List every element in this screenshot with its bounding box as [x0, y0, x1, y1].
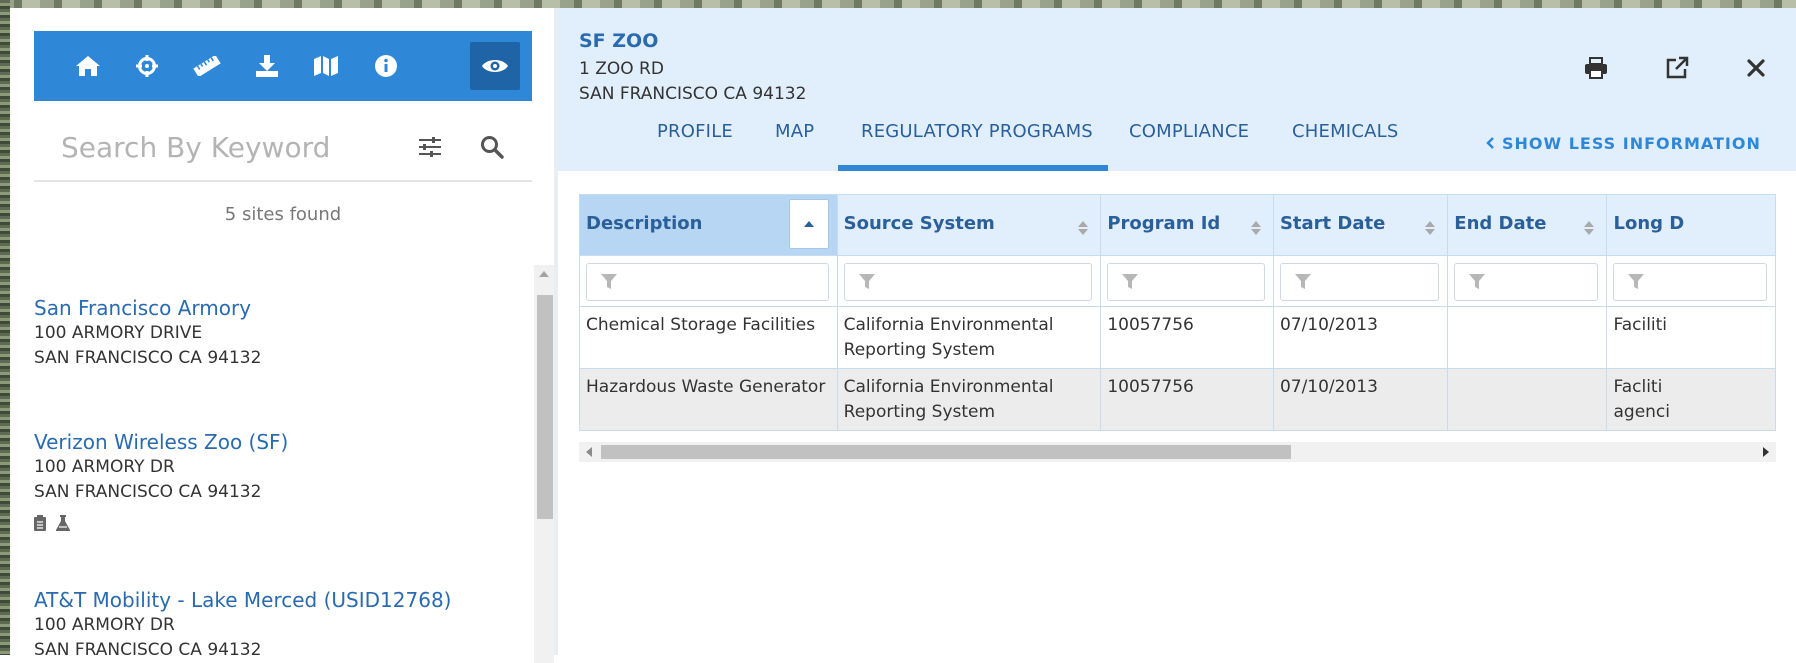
table-row[interactable]: Chemical Storage Facilities California E… — [579, 306, 1776, 369]
show-less-label: SHOW LESS INFORMATION — [1502, 134, 1761, 153]
table-cell: Hazardous Waste Generator — [586, 377, 826, 397]
scroll-up-icon[interactable] — [539, 271, 549, 277]
table-cell: California Environmental Reporting Syste… — [843, 315, 1054, 360]
column-header-description[interactable]: Description — [579, 194, 838, 256]
sort-icon[interactable] — [1078, 219, 1089, 240]
crosshair-icon[interactable] — [127, 31, 167, 101]
map-icon[interactable] — [306, 31, 346, 101]
tab-profile[interactable]: PROFILE — [657, 121, 733, 142]
scroll-right-icon[interactable] — [1763, 447, 1769, 457]
column-header-source-system[interactable]: Source System — [836, 194, 1102, 256]
external-link-icon[interactable] — [1659, 50, 1695, 86]
table-cell: 07/10/2013 — [1279, 377, 1378, 397]
column-header-end-date[interactable]: End Date — [1447, 194, 1608, 256]
list-scrollbar[interactable] — [534, 265, 554, 663]
scrollbar-thumb[interactable] — [601, 445, 1291, 459]
search-panel: Search By Keyword 5 sites found San Fran… — [10, 8, 558, 663]
background-map-edge — [0, 0, 10, 655]
site-address-line1: 1 ZOO RD — [579, 59, 664, 79]
chevron-left-icon — [1486, 134, 1494, 153]
site-address-line2: SAN FRANCISCO CA 94132 — [34, 640, 262, 660]
download-icon[interactable] — [247, 31, 287, 101]
sort-icon[interactable] — [1250, 219, 1261, 240]
column-filter-input[interactable] — [1613, 263, 1767, 301]
background-map-strip — [0, 0, 1796, 8]
site-title: SF ZOO — [579, 30, 659, 52]
tab-map[interactable]: MAP — [775, 121, 814, 142]
results-count: 5 sites found — [224, 204, 342, 225]
tab-chemicals[interactable]: CHEMICALS — [1292, 121, 1398, 142]
site-address-line1: 100 ARMORY DR — [34, 457, 175, 477]
filter-icon — [1122, 274, 1139, 294]
list-item[interactable]: Verizon Wireless Zoo (SF) 100 ARMORY DR … — [34, 429, 288, 535]
table-cell: 10057756 — [1107, 315, 1194, 335]
flask-icon — [56, 515, 70, 535]
filter-icon — [1469, 274, 1486, 294]
scrollbar-thumb[interactable] — [537, 295, 553, 519]
tab-compliance[interactable]: COMPLIANCE — [1129, 121, 1249, 142]
table-cell: Faciliti — [1613, 315, 1668, 335]
search-icon[interactable] — [480, 135, 504, 163]
site-detail-panel: SF ZOO 1 ZOO RD SAN FRANCISCO CA 94132 P… — [558, 8, 1796, 655]
tab-regulatory-programs[interactable]: REGULATORY PROGRAMS — [861, 121, 1093, 142]
column-filter-input[interactable] — [1454, 263, 1599, 301]
column-filter-input[interactable] — [1279, 263, 1440, 301]
column-filter-input[interactable] — [586, 263, 829, 301]
list-item[interactable]: San Francisco Armory 100 ARMORY DRIVE SA… — [34, 295, 261, 371]
site-address-line2: SAN FRANCISCO CA 94132 — [34, 482, 262, 502]
eye-icon[interactable] — [470, 42, 520, 90]
column-filter-input[interactable] — [843, 263, 1093, 301]
map-toolbar — [34, 31, 532, 101]
filter-cell — [1272, 255, 1449, 307]
filter-icon — [858, 274, 875, 294]
site-address-line2: SAN FRANCISCO CA 94132 — [34, 348, 262, 368]
filter-cell — [1606, 255, 1776, 307]
site-address-line2: SAN FRANCISCO CA 94132 — [579, 84, 807, 104]
filter-cell — [836, 255, 1102, 307]
filter-settings-icon[interactable] — [418, 136, 442, 162]
active-tab-indicator — [838, 165, 1108, 171]
table-cell — [1448, 307, 1606, 313]
column-header-program-id[interactable]: Program Id — [1100, 194, 1274, 256]
show-less-button[interactable]: SHOW LESS INFORMATION — [1486, 134, 1761, 153]
table-cell: Chemical Storage Facilities — [586, 315, 816, 335]
detail-header: SF ZOO 1 ZOO RD SAN FRANCISCO CA 94132 P… — [558, 8, 1796, 171]
table-horizontal-scrollbar[interactable] — [579, 442, 1776, 462]
site-address-line1: 100 ARMORY DRIVE — [34, 323, 203, 343]
column-header-long-description[interactable]: Long D — [1606, 194, 1776, 256]
filter-cell — [1100, 255, 1274, 307]
close-icon[interactable] — [1738, 50, 1774, 86]
sort-icon[interactable] — [1425, 219, 1436, 240]
site-name[interactable]: San Francisco Armory — [34, 295, 261, 321]
table-cell: Facliti agenci — [1613, 377, 1670, 422]
site-address-line1: 100 ARMORY DR — [34, 615, 175, 635]
column-filter-input[interactable] — [1107, 263, 1265, 301]
column-header-start-date[interactable]: Start Date — [1272, 194, 1449, 256]
table-cell: 10057756 — [1107, 377, 1194, 397]
site-name[interactable]: Verizon Wireless Zoo (SF) — [34, 429, 288, 455]
home-icon[interactable] — [68, 31, 108, 101]
scroll-left-icon[interactable] — [586, 447, 592, 457]
print-icon[interactable] — [1578, 50, 1614, 86]
table-row[interactable]: Hazardous Waste Generator California Env… — [579, 368, 1776, 431]
filter-icon — [1294, 274, 1311, 294]
info-icon[interactable] — [366, 31, 406, 101]
filter-icon — [601, 274, 617, 294]
search-bar: Search By Keyword — [34, 116, 532, 182]
filter-icon — [1628, 274, 1645, 294]
ruler-icon[interactable] — [187, 31, 227, 101]
sort-ascending-icon[interactable] — [788, 199, 829, 249]
search-input[interactable]: Search By Keyword — [61, 116, 330, 180]
site-list: San Francisco Armory 100 ARMORY DRIVE SA… — [10, 263, 538, 663]
filter-cell — [1447, 255, 1608, 307]
filter-cell — [579, 255, 838, 307]
regulatory-programs-table: Description Source System Program Id Sta… — [579, 194, 1776, 462]
table-cell: California Environmental Reporting Syste… — [843, 377, 1054, 422]
site-name[interactable]: AT&T Mobility - Lake Merced (USID12768) — [34, 587, 451, 613]
list-item[interactable]: AT&T Mobility - Lake Merced (USID12768) … — [34, 587, 451, 663]
table-cell: 07/10/2013 — [1279, 315, 1378, 335]
table-cell — [1448, 369, 1606, 375]
sort-icon[interactable] — [1584, 219, 1595, 240]
clipboard-icon — [34, 515, 46, 535]
